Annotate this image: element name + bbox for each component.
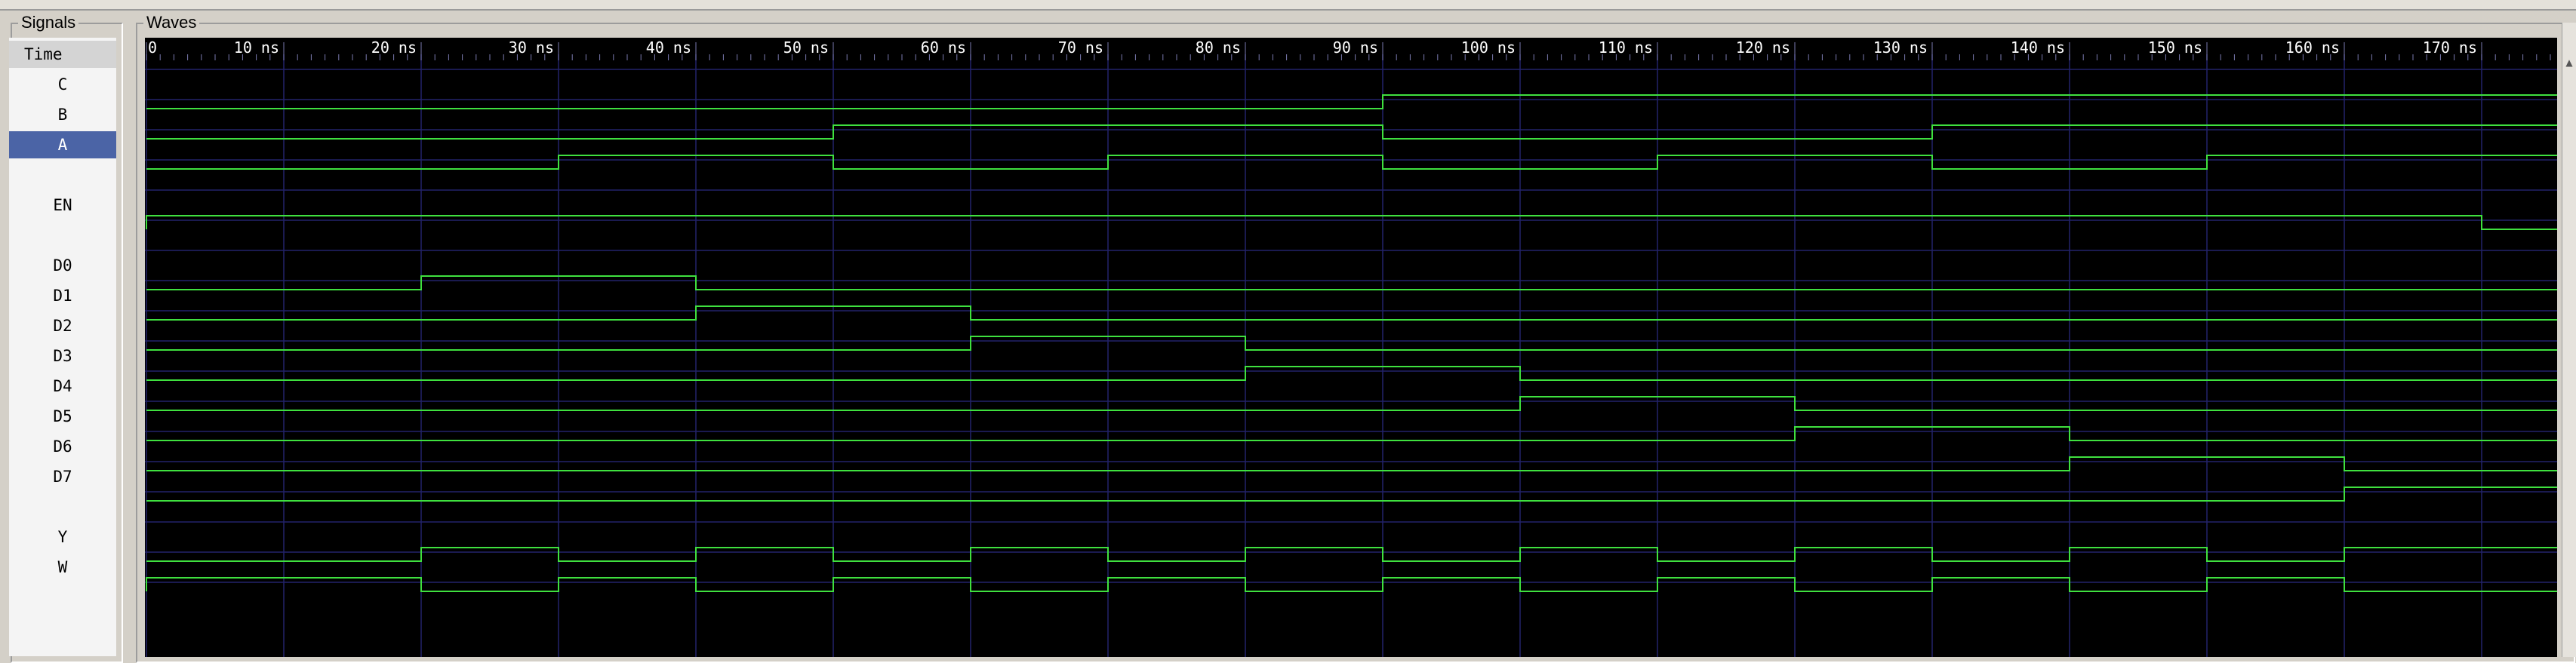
- time-label: 120 ns: [1736, 38, 1790, 57]
- time-label: 80 ns: [1196, 38, 1241, 57]
- time-label: 0: [148, 38, 157, 57]
- time-label: 130 ns: [1873, 38, 1928, 57]
- signal-name-d5[interactable]: D5: [9, 403, 116, 430]
- signal-name-d4[interactable]: D4: [9, 373, 116, 400]
- signal-name-d7[interactable]: D7: [9, 463, 116, 490]
- signal-name-en[interactable]: EN: [9, 192, 116, 219]
- time-header[interactable]: Time: [9, 41, 116, 68]
- waveform-d0: [146, 275, 2557, 290]
- signal-name-w[interactable]: W: [9, 554, 116, 581]
- vertical-scrollbar[interactable]: ▲: [2562, 23, 2576, 657]
- signal-name-c[interactable]: C: [9, 71, 116, 98]
- time-label: 50 ns: [783, 38, 829, 57]
- time-label: 70 ns: [1058, 38, 1103, 57]
- time-label: 40 ns: [646, 38, 691, 57]
- signal-name-y[interactable]: Y: [9, 523, 116, 551]
- waveform-viewer[interactable]: 0 10 ns 20 ns 30 ns 40 ns 50 ns 60 ns 70 ns 80 n…: [145, 38, 2557, 657]
- signals-panel-title: Signals: [18, 14, 79, 32]
- waveform-d1: [146, 305, 2557, 321]
- waveform-d4: [146, 396, 2557, 411]
- time-label: 160 ns: [2285, 38, 2340, 57]
- signal-name-d0[interactable]: D0: [9, 252, 116, 279]
- waveform-b: [146, 124, 2557, 140]
- top-toolbar-edge: [0, 0, 2576, 11]
- time-label: 20 ns: [371, 38, 417, 57]
- time-label: 110 ns: [1599, 38, 1653, 57]
- signal-spacer: [9, 493, 116, 520]
- signal-spacer: [9, 161, 116, 189]
- time-label: 170 ns: [2423, 38, 2477, 57]
- signal-name-d6[interactable]: D6: [9, 433, 116, 460]
- waveform-d3: [146, 366, 2557, 381]
- signal-name-d2[interactable]: D2: [9, 312, 116, 339]
- time-label: 140 ns: [2011, 38, 2065, 57]
- time-label: 10 ns: [234, 38, 279, 57]
- waveform-d6: [146, 456, 2557, 471]
- time-label: 30 ns: [509, 38, 554, 57]
- signal-name-d3[interactable]: D3: [9, 342, 116, 370]
- signal-spacer: [9, 222, 116, 249]
- time-label: 60 ns: [921, 38, 966, 57]
- signal-name-d1[interactable]: D1: [9, 282, 116, 309]
- waves-panel-title: Waves: [143, 14, 200, 32]
- waveform-y: [146, 547, 2557, 562]
- signal-name-a[interactable]: A: [9, 131, 116, 158]
- waveform-w: [146, 577, 2557, 592]
- waveform-en: [146, 215, 2557, 230]
- signal-list: Time C B A EN D0 D1 D2 D3 D4 D5 D6 D7 Y W: [9, 38, 116, 656]
- waveform-d5: [146, 426, 2557, 441]
- time-label: 150 ns: [2148, 38, 2202, 57]
- waveform-c: [146, 94, 2557, 109]
- waveform-d2: [146, 336, 2557, 351]
- waveform-d7: [146, 487, 2557, 502]
- signal-name-b[interactable]: B: [9, 101, 116, 128]
- waveform-canvas: 0 10 ns 20 ns 30 ns 40 ns 50 ns 60 ns 70 ns 80 n…: [145, 38, 2557, 657]
- waveform-a: [146, 155, 2557, 170]
- time-label: 100 ns: [1461, 38, 1516, 57]
- time-label: 90 ns: [1333, 38, 1378, 57]
- scroll-up-arrow-icon[interactable]: ▲: [2564, 57, 2574, 68]
